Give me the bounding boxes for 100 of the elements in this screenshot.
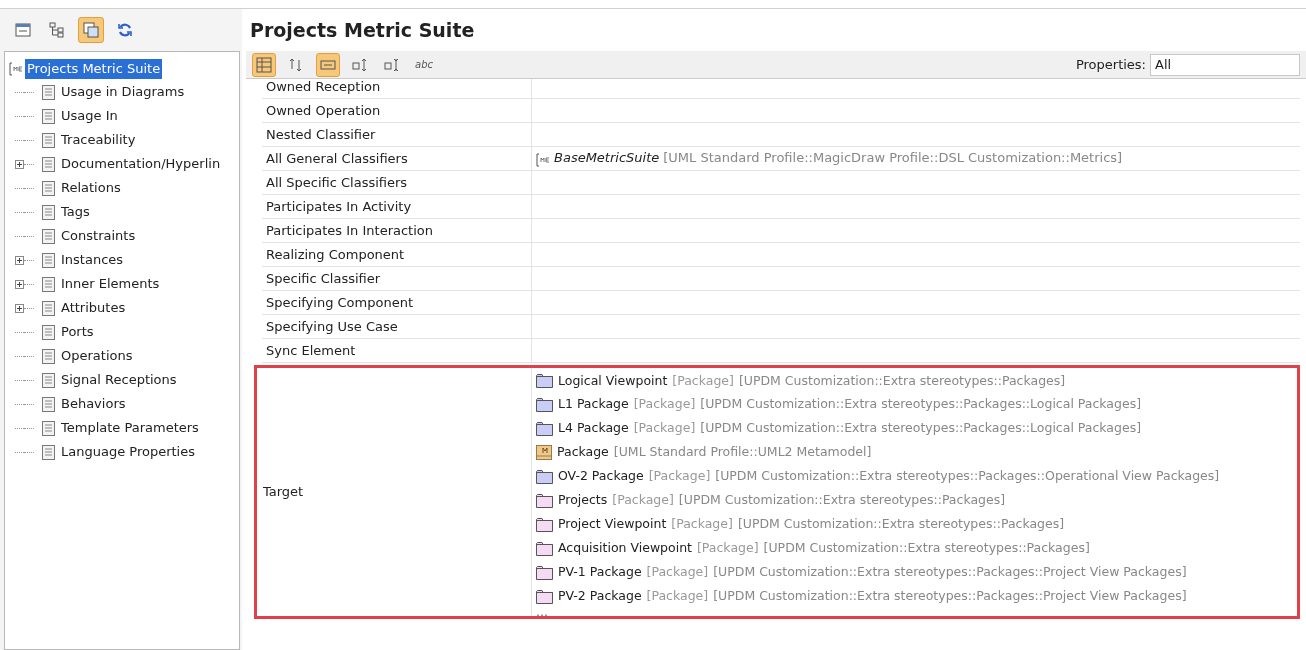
sort-icon (288, 56, 304, 73)
tree-item[interactable]: Behaviors (61, 394, 126, 414)
toolbar-button[interactable] (78, 17, 104, 43)
tree-item[interactable]: Usage In (61, 106, 118, 126)
folder-icon (536, 397, 553, 413)
target-element[interactable]: L4 Package (558, 419, 629, 439)
element-path: [UPDM Customization::Extra stereotypes::Packages::Operational View Packages] (715, 467, 1220, 486)
folder-icon (536, 421, 553, 437)
tree-item[interactable]: Inner Elements (61, 274, 160, 294)
document-icon (41, 228, 56, 244)
document-icon (41, 444, 56, 460)
element-type: [Package] (648, 467, 711, 486)
target-element[interactable]: L1 Package (558, 395, 629, 415)
element-type: [Package] (646, 586, 709, 605)
element-path: [UPDM Customization::Extra stereotypes::Packages] (737, 515, 1065, 533)
document-icon (41, 372, 56, 388)
tree-item[interactable]: Signal Receptions (61, 370, 177, 390)
more-indicator: ... (536, 608, 548, 617)
folder-icon (536, 516, 553, 532)
element-type: [Package] (646, 562, 709, 581)
tree-item[interactable]: Constraints (61, 226, 136, 246)
document-icon (41, 156, 56, 172)
element-type: [Package] (697, 538, 759, 557)
property-name: Owned Reception (266, 77, 381, 96)
property-name: Target (263, 483, 304, 502)
toolbar-button[interactable] (252, 52, 276, 77)
element-type: [Package] (612, 491, 674, 510)
tree-item[interactable]: Tags (61, 202, 90, 222)
properties-label: Properties: (1075, 55, 1146, 74)
toolbar-button[interactable] (316, 52, 340, 77)
document-icon (41, 276, 56, 292)
categorized-icon (256, 56, 272, 73)
document-icon (41, 132, 56, 148)
folder-icon (536, 564, 553, 580)
tree-item[interactable]: Language Properties (61, 442, 195, 462)
element-path: [UPDM Customization::Extra stereotypes::Packages] (738, 371, 1066, 390)
property-value[interactable]: BaseMetricSuite (554, 147, 660, 167)
panel-title: Projects Metric Suite (250, 17, 475, 43)
tree-icon (49, 22, 65, 38)
tree-item[interactable]: Template Parameters (61, 418, 199, 438)
target-element[interactable]: PV-1 Package (558, 562, 642, 582)
document-icon (41, 300, 56, 316)
tree-item[interactable]: Documentation/Hyperlin (61, 154, 221, 174)
document-icon (41, 420, 56, 436)
expand-toggle[interactable] (15, 255, 24, 265)
property-name: Realizing Component (266, 245, 405, 264)
element-path: [UPDM Customization::Extra stereotypes::Packages::Project View Packages] (713, 562, 1187, 581)
target-element[interactable]: Package (557, 443, 609, 463)
properties-dropdown[interactable]: All (1150, 53, 1300, 76)
element-type: [Package] (633, 419, 696, 438)
tree-item[interactable]: Instances (61, 250, 124, 270)
property-name: Participates In Interaction (266, 221, 433, 240)
tree-item[interactable]: Attributes (61, 298, 126, 318)
target-element[interactable]: OV-2 Package (558, 467, 644, 486)
expand-toggle[interactable] (15, 279, 24, 289)
property-name: Nested Classifier (266, 125, 376, 144)
element-path: [UPDM Customization::Extra stereotypes::Packages::Project View Packages] (713, 586, 1187, 605)
element-path: [UPDM Customization::Extra stereotypes::Packages] (678, 491, 1006, 510)
metamodel-icon (536, 445, 552, 461)
target-element[interactable]: Acquisition Viewpoint (558, 538, 692, 558)
folder-icon (536, 373, 553, 389)
window-icon (15, 22, 31, 38)
tree-item[interactable]: Relations (61, 178, 121, 198)
expand-icon (352, 56, 368, 73)
tree-item[interactable]: Projects Metric Suite (25, 59, 163, 79)
document-icon (41, 348, 56, 364)
document-icon (41, 180, 56, 196)
tree-item[interactable]: Operations (61, 346, 133, 366)
target-element[interactable]: Project Viewpoint (558, 515, 667, 534)
property-name: Participates In Activity (266, 197, 412, 216)
property-name: Specifying Component (266, 293, 413, 312)
document-icon (41, 84, 56, 100)
property-name: All Specific Classifiers (266, 173, 408, 192)
property-name: Owned Operation (266, 101, 381, 120)
metaclass-icon (9, 62, 23, 76)
document-icon (41, 108, 56, 124)
document-icon (41, 204, 56, 220)
expand-toggle[interactable] (15, 159, 24, 169)
target-element[interactable]: Projects (558, 491, 608, 510)
folder-icon (536, 493, 553, 508)
document-icon (41, 324, 56, 340)
folder-icon (536, 469, 553, 485)
property-name: Sync Element (266, 341, 356, 360)
target-element[interactable]: Logical Viewpoint (558, 371, 668, 391)
element-path: [UML Standard Profile::MagicDraw Profile::DSL Customization::Metrics] (663, 148, 1123, 167)
tree-item[interactable]: Ports (61, 322, 94, 342)
document-icon (41, 396, 56, 412)
target-element[interactable]: PV-2 Package (558, 586, 642, 606)
element-path: [UPDM Customization::Extra stereotypes::Packages::Logical Packages] (700, 419, 1142, 438)
windows-icon (83, 22, 99, 38)
tree-item[interactable]: Traceability (61, 130, 136, 150)
folder-icon (536, 540, 553, 556)
element-path: [UPDM Customization::Extra stereotypes::Packages] (763, 538, 1090, 557)
tree-item[interactable]: Usage in Diagrams (61, 82, 185, 102)
property-name: All General Classifiers (266, 149, 408, 168)
document-icon (41, 252, 56, 268)
expand-toggle[interactable] (15, 303, 24, 313)
property-name: Specifying Use Case (266, 317, 398, 336)
element-path: [UML Standard Profile::UML2 Metamodel] (613, 443, 872, 462)
text-view-button[interactable]: abc (412, 52, 436, 77)
